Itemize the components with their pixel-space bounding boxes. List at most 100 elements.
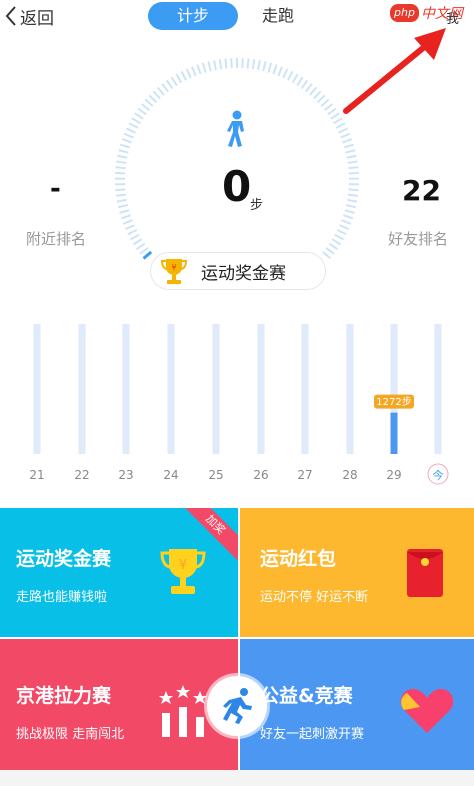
gauge-tick (325, 247, 335, 255)
gauge-tick (156, 86, 165, 96)
tile-title: 运动奖金赛 (16, 548, 112, 570)
gauge-tick (333, 117, 343, 125)
gauge-tick (348, 188, 359, 192)
gauge-tick (334, 233, 345, 241)
gauge-tick (341, 219, 352, 225)
gauge-tick (124, 224, 135, 231)
gauge-tick (272, 64, 278, 75)
tile-subtitle: 走路也能赚钱啦 (16, 590, 108, 605)
gauge-tick (291, 73, 299, 84)
gauge-tick (180, 70, 187, 81)
gauge-tick (127, 229, 138, 236)
x-tick-label: 24 (163, 468, 178, 482)
gauge-tick (126, 127, 136, 134)
gauge-tick (139, 247, 149, 255)
nearby-rank-label[interactable]: 附近排名 (26, 228, 86, 249)
bar-track (212, 324, 220, 454)
gauge-tick (121, 138, 132, 144)
step-counter-page: 返回 计步 走跑 php 中文网 我 0 步 - 附近排名 22 好友排名 ¥ … (0, 0, 474, 786)
gauge-tick (262, 61, 267, 72)
bar-track (78, 324, 86, 454)
gauge-tick (316, 94, 326, 103)
x-tick-label: 29 (386, 468, 401, 482)
x-tick-label: 28 (342, 468, 357, 482)
gauge-tick (224, 58, 228, 69)
gauge-tick (191, 66, 197, 77)
bonus-contest-label: 运动奖金赛 (201, 263, 286, 284)
gauge-tick (140, 103, 151, 111)
bar[interactable] (390, 412, 398, 454)
gauge-tick (282, 68, 289, 79)
gauge-tick (339, 224, 350, 231)
gauge-tick (296, 76, 304, 87)
gauge-tick (343, 214, 354, 220)
running-man-icon (223, 688, 252, 724)
tile-charity-contest[interactable]: 公益&竞赛 好友一起刺激开赛 (240, 639, 474, 770)
gauge-tick (123, 132, 134, 139)
bar-track (122, 324, 130, 454)
gauge-tick (267, 62, 273, 73)
gauge-progress-mark (142, 250, 153, 260)
bar-track (167, 324, 175, 454)
gauge-tick (132, 238, 143, 246)
gauge-tick (120, 214, 131, 220)
start-run-button[interactable] (207, 676, 267, 736)
gauge-tick (185, 68, 192, 79)
tile-red-envelope[interactable]: 运动红包 运动不停 好运不断 (240, 508, 474, 637)
gauge-tick (309, 86, 318, 96)
gauge-tick (346, 154, 357, 159)
gauge-tick (257, 59, 261, 71)
gauge-tick (175, 73, 183, 84)
gauge-tick (348, 171, 359, 175)
gauge-tick (348, 166, 359, 170)
gauge-tick (129, 233, 140, 241)
tile-title: 京港拉力赛 (16, 685, 112, 707)
gauge-tick (335, 122, 346, 129)
gauge-tick (347, 198, 358, 203)
gauge-tick (287, 70, 294, 81)
gauge-tick (118, 149, 129, 154)
gauge-tick (128, 122, 139, 129)
gauge-tick (218, 59, 223, 70)
gauge-tick (144, 98, 154, 107)
gauge-tick (131, 117, 141, 125)
x-tick-label: 23 (118, 468, 133, 482)
x-tick-label: 21 (29, 468, 44, 482)
gauge-tick (347, 160, 358, 164)
gauge-tick (137, 107, 147, 116)
x-tick-label: 27 (297, 468, 312, 482)
bonus-contest-button[interactable]: ¥ 运动奖金赛 (150, 252, 326, 290)
bar-track (301, 324, 309, 454)
bottom-strip (0, 770, 474, 786)
x-tick-label: 26 (253, 468, 268, 482)
step-count-value: 0 (222, 162, 252, 211)
gauge-tick (345, 204, 357, 209)
heart-icon (400, 689, 454, 733)
gauge-tick (119, 209, 130, 214)
gauge-tick (320, 98, 330, 107)
tile-bonus-contest[interactable]: 加奖 运动奖金赛 走路也能赚钱啦 ¥ (0, 508, 238, 637)
svg-text:¥: ¥ (171, 263, 176, 272)
gauge-tick (201, 62, 207, 73)
tile-subtitle: 挑战极限 走南闯北 (16, 727, 125, 742)
gauge-tick (115, 188, 126, 192)
gauge-tick (342, 138, 353, 144)
tile-subtitle: 运动不停 好运不断 (260, 590, 369, 605)
x-tick-label: 22 (74, 468, 89, 482)
x-tick-label: 25 (208, 468, 223, 482)
gauge-tick (122, 219, 133, 225)
tile-rally-race[interactable]: 京港拉力赛 挑战极限 走南闯北 (0, 639, 238, 770)
tile-title: 运动红包 (260, 548, 337, 570)
gauge-tick (115, 193, 127, 197)
gauge-tick (344, 209, 355, 214)
gauge-tick (330, 112, 340, 120)
friends-rank-label[interactable]: 好友排名 (388, 228, 448, 249)
gauge-tick (345, 149, 356, 154)
gauge-tick (336, 229, 347, 236)
gauge-tick (119, 143, 131, 149)
gauge-tick (207, 61, 212, 72)
gauge-tick (327, 107, 337, 116)
gauge-tick (305, 83, 313, 93)
tile-subtitle: 好友一起刺激开赛 (260, 727, 365, 742)
x-tick-label: 今 (433, 468, 444, 482)
